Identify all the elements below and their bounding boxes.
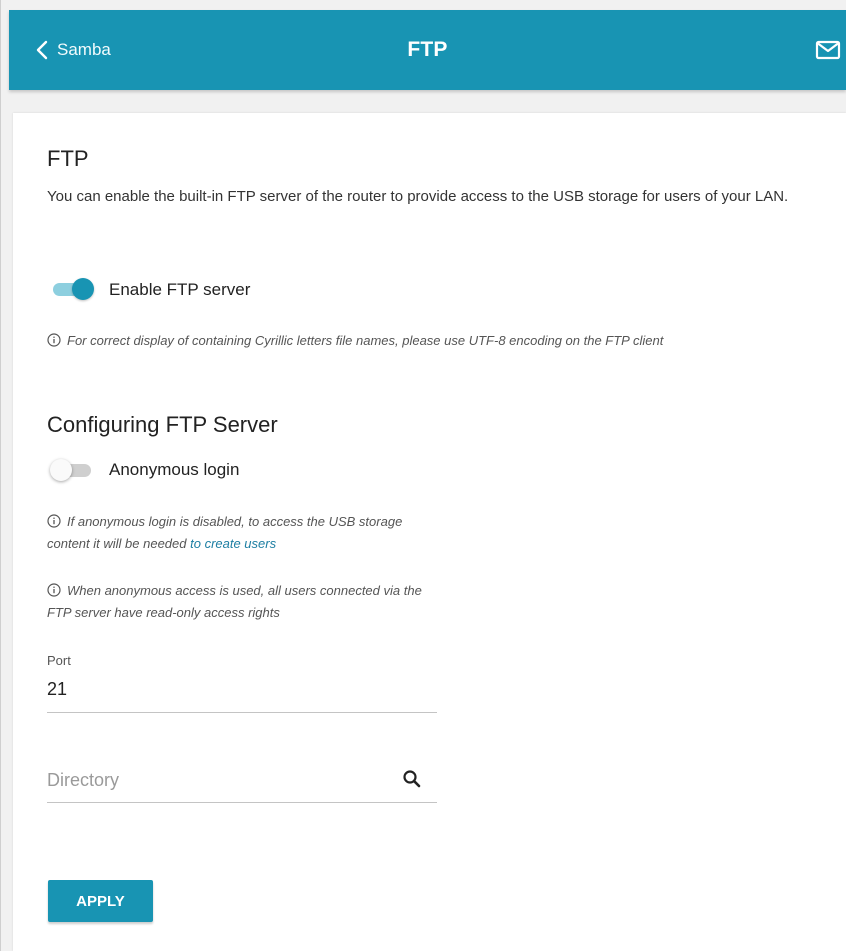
anonymous-login-toggle[interactable] — [50, 459, 94, 481]
port-label: Port — [47, 653, 71, 668]
directory-input[interactable]: Directory — [47, 770, 119, 791]
anonymous-login-label[interactable]: Anonymous login — [109, 460, 239, 480]
anonymous-access-hint-text: When anonymous access is used, all users… — [47, 583, 422, 620]
port-underline — [47, 712, 437, 713]
section-description: You can enable the built-in FTP server o… — [47, 188, 789, 205]
cyrillic-hint: For correct display of containing Cyrill… — [47, 330, 827, 352]
page-title: FTP — [407, 38, 448, 61]
mail-icon[interactable] — [815, 39, 841, 61]
top-bar: Samba FTP — [9, 10, 846, 90]
anonymous-access-hint: When anonymous access is used, all users… — [47, 580, 442, 624]
create-users-link[interactable]: to create users — [190, 536, 276, 551]
enable-ftp-label[interactable]: Enable FTP server — [109, 280, 250, 300]
config-section-title: Configuring FTP Server — [47, 412, 278, 437]
toggle-knob — [50, 459, 72, 481]
back-button[interactable]: Samba — [35, 10, 111, 90]
enable-ftp-toggle[interactable] — [50, 278, 94, 300]
apply-button[interactable]: APPLY — [48, 880, 153, 922]
toggle-knob — [72, 278, 94, 300]
back-label: Samba — [57, 40, 111, 59]
section-title: FTP — [47, 146, 89, 171]
anonymous-disabled-hint: If anonymous login is disabled, to acces… — [47, 511, 442, 555]
ftp-settings-card: FTP You can enable the built-in FTP serv… — [13, 113, 846, 951]
info-icon — [47, 583, 61, 597]
chevron-left-icon — [36, 40, 48, 60]
directory-underline — [47, 802, 437, 803]
cyrillic-hint-text: For correct display of containing Cyrill… — [67, 333, 664, 348]
info-icon — [47, 514, 61, 528]
port-input[interactable]: 21 — [47, 679, 67, 700]
search-icon[interactable] — [402, 769, 422, 789]
info-icon — [47, 333, 61, 347]
